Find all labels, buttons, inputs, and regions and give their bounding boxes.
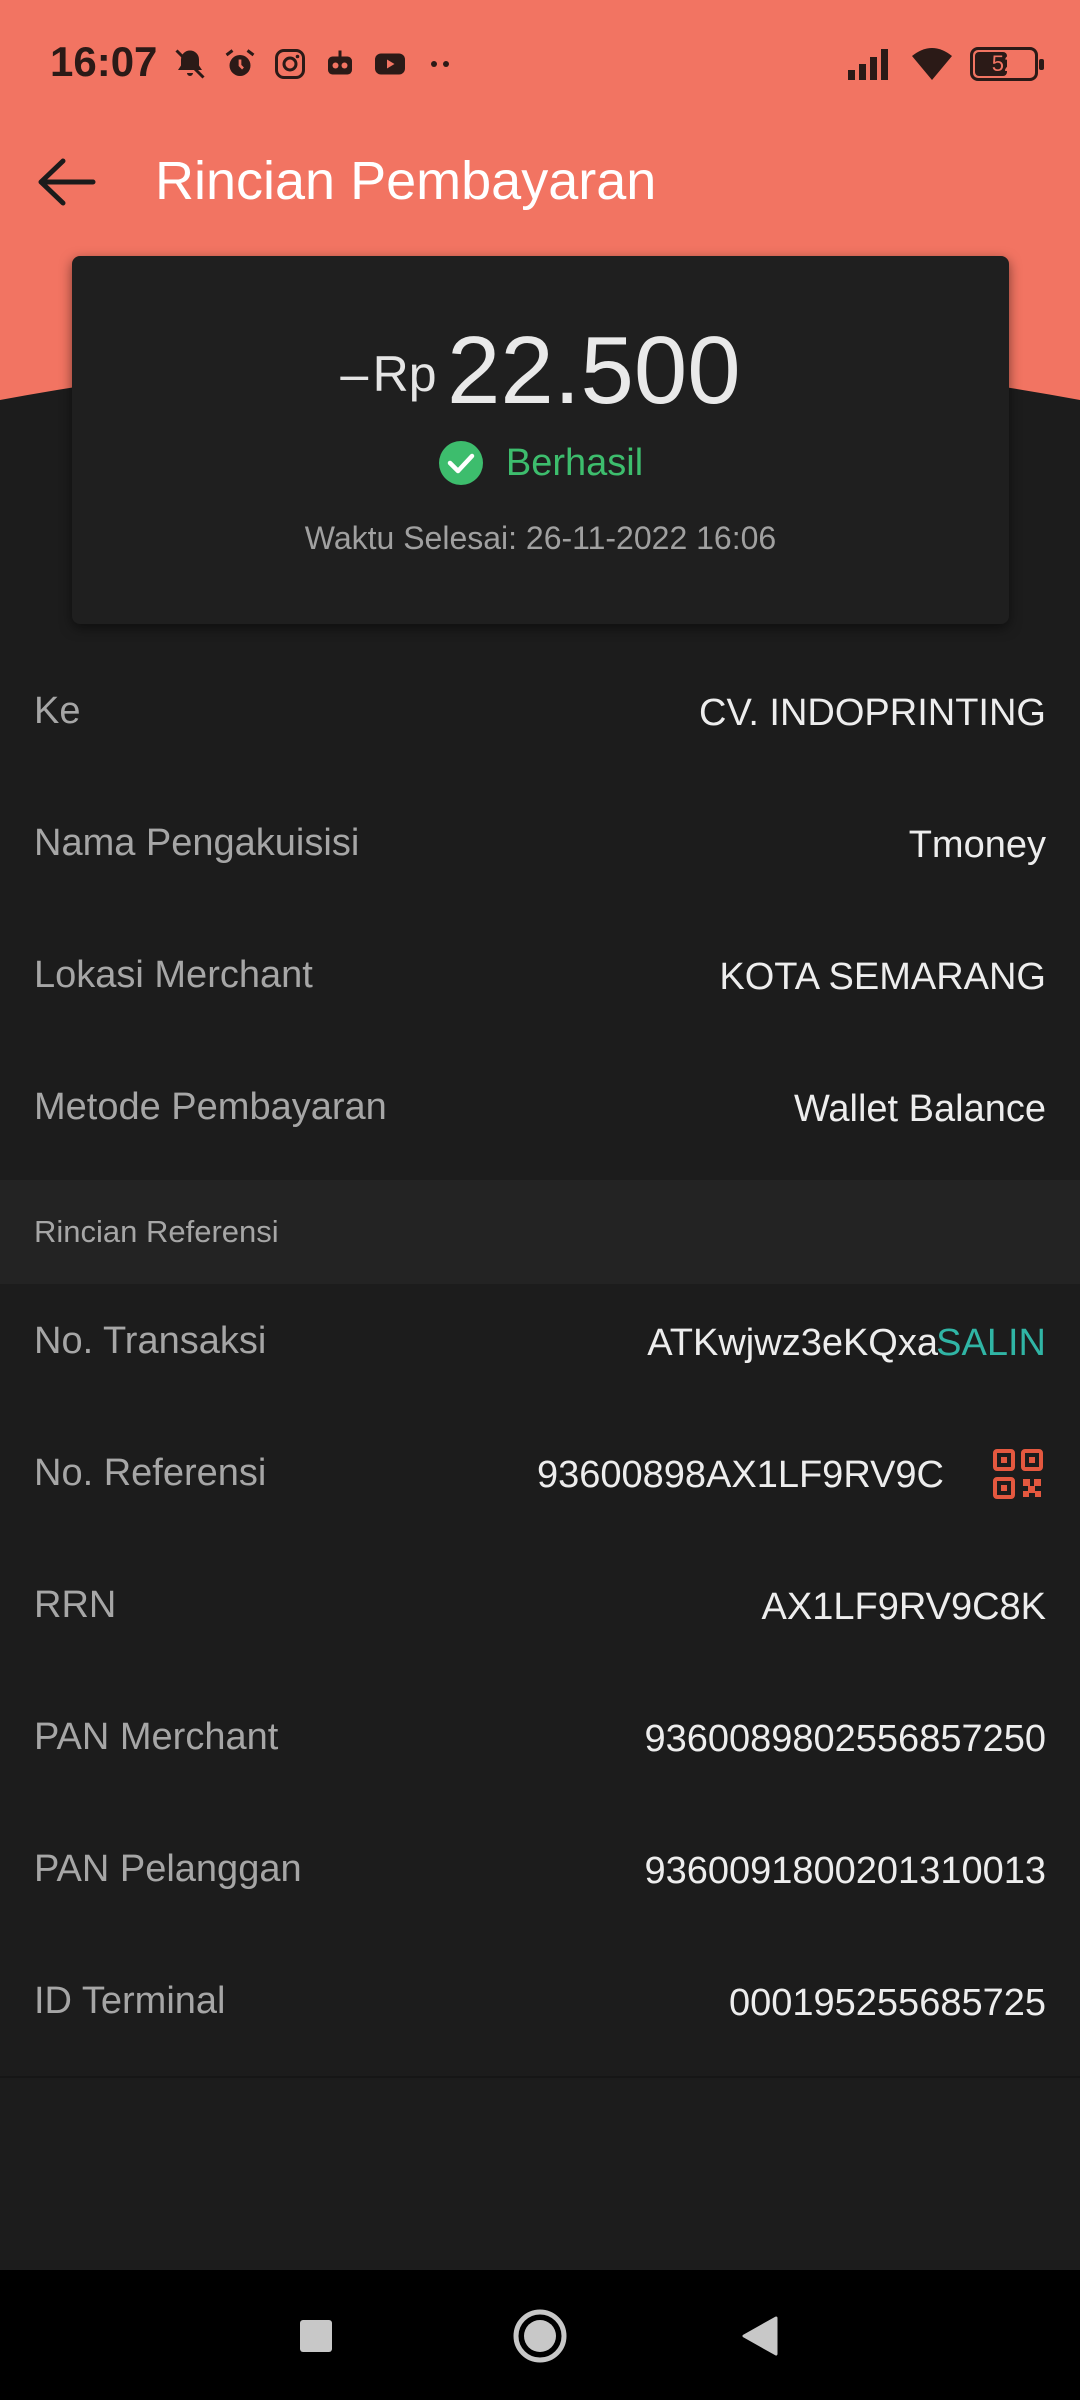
row-label: PAN Merchant	[34, 1716, 279, 1758]
row-label: No. Referensi	[34, 1452, 267, 1494]
page-title: Rincian Pembayaran	[155, 151, 657, 211]
battery-icon: 52	[970, 47, 1044, 81]
home-button[interactable]	[504, 2300, 576, 2372]
arrow-left-icon	[38, 158, 96, 206]
screen: 16:07 52 Rincian Pembayaran – Rp 22.500 …	[0, 0, 1080, 2400]
detail-row-acquirer: Nama Pengakuisisi Tmoney	[0, 786, 1080, 918]
detail-row-recipient: Ke CV. INDOPRINTING	[0, 654, 1080, 786]
row-value: Tmoney	[908, 824, 1046, 866]
status-time: 16:07	[50, 38, 158, 85]
detail-row-pan-customer: PAN Pelanggan 9360091800201310013	[0, 1812, 1080, 1944]
finish-time: Waktu Selesai: 26-11-2022 16:06	[304, 520, 777, 556]
reference-details: No. Transaksi ATKwjwz3eKQxa SALIN No. Re…	[0, 1284, 1080, 2076]
row-label: ID Terminal	[34, 1980, 226, 2022]
robot-icon	[328, 50, 352, 75]
detail-row-rrn: RRN AX1LF9RV9C8K	[0, 1548, 1080, 1680]
status-label: Berhasil	[505, 441, 644, 484]
check-circle-icon	[438, 441, 483, 485]
row-value: 9360089802556857250	[644, 1718, 1046, 1760]
row-label: Ke	[34, 690, 81, 732]
row-label: Lokasi Merchant	[34, 954, 313, 996]
row-value: 93600898AX1LF9RV9C	[536, 1454, 944, 1496]
home-circle-icon	[513, 2309, 567, 2363]
row-value: CV. INDOPRINTING	[699, 692, 1046, 734]
amount-value: 22.500	[447, 317, 741, 424]
instagram-icon	[275, 49, 305, 79]
payment-summary-card: – Rp 22.500 Berhasil Waktu Selesai: 26-1…	[72, 256, 1009, 624]
row-value: KOTA SEMARANG	[719, 956, 1046, 998]
row-label: Nama Pengakuisisi	[34, 822, 360, 864]
reference-section-header: Rincian Referensi	[0, 1180, 1080, 1284]
amount-sign: –	[340, 346, 369, 402]
detail-row-pan-merchant: PAN Merchant 9360089802556857250	[0, 1680, 1080, 1812]
copy-button[interactable]: SALIN	[936, 1322, 1046, 1365]
row-label: No. Transaksi	[34, 1320, 267, 1362]
alarm-icon	[225, 49, 255, 76]
divider	[0, 2076, 1080, 2078]
recents-button[interactable]	[280, 2300, 352, 2372]
detail-row-transaction-no: No. Transaksi ATKwjwz3eKQxa SALIN	[0, 1284, 1080, 1416]
payment-details: Ke CV. INDOPRINTING Nama Pengakuisisi Tm…	[0, 654, 1080, 1182]
notification-icons	[172, 42, 458, 86]
row-value: AX1LF9RV9C8K	[761, 1586, 1046, 1628]
app-bar: Rincian Pembayaran	[0, 126, 1080, 236]
back-nav-button[interactable]	[724, 2300, 796, 2372]
detail-row-merchant-location: Lokasi Merchant KOTA SEMARANG	[0, 918, 1080, 1050]
more-dots-icon	[431, 61, 449, 67]
row-value: Wallet Balance	[793, 1088, 1046, 1130]
system-icons: 52	[846, 42, 1044, 86]
status-bar: 16:07 52	[0, 0, 1080, 126]
wifi-icon	[912, 48, 952, 80]
youtube-icon	[375, 53, 405, 75]
recents-square-icon	[300, 2320, 332, 2352]
navigation-bar	[0, 2270, 1080, 2400]
qr-code-icon[interactable]	[992, 1448, 1044, 1500]
back-triangle-icon	[742, 2316, 778, 2356]
row-value: ATKwjwz3eKQxa	[647, 1322, 938, 1364]
row-label: Metode Pembayaran	[34, 1086, 387, 1128]
payment-status: Berhasil	[72, 440, 1009, 486]
detail-row-reference-no: No. Referensi 93600898AX1LF9RV9C	[0, 1416, 1080, 1548]
amount-display: – Rp 22.500	[72, 316, 1009, 426]
row-label: PAN Pelanggan	[34, 1848, 302, 1890]
section-title: Rincian Referensi	[34, 1214, 279, 1249]
row-value: 9360091800201310013	[644, 1850, 1046, 1892]
amount-currency: Rp	[372, 346, 437, 402]
signal-icon	[848, 49, 888, 80]
back-button[interactable]	[30, 146, 102, 218]
detail-row-terminal-id: ID Terminal 000195255685725	[0, 1944, 1080, 2076]
row-value: 000195255685725	[728, 1982, 1046, 2024]
bell-off-icon	[175, 49, 205, 79]
row-label: RRN	[34, 1584, 117, 1626]
battery-level: 52	[991, 51, 1017, 76]
detail-row-payment-method: Metode Pembayaran Wallet Balance	[0, 1050, 1080, 1182]
